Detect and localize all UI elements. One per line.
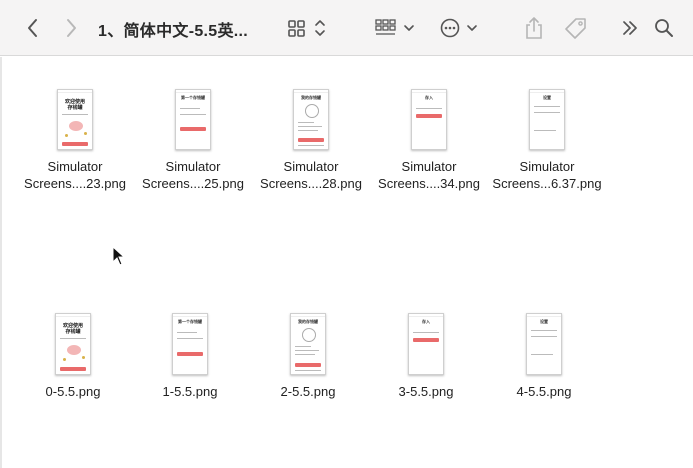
file-name: 3-5.5.png xyxy=(398,384,454,399)
toolbar: 1、简体中文-5.5英... xyxy=(0,0,693,56)
file-thumbnail: 第一个存钱罐 xyxy=(175,89,211,150)
file-thumbnail: 设置 xyxy=(529,89,565,150)
forward-button[interactable] xyxy=(60,12,82,44)
tag-button[interactable] xyxy=(563,12,589,44)
search-icon xyxy=(655,19,673,37)
file-item[interactable]: 存入 Simulator Screens....34.png xyxy=(370,89,488,192)
share-icon xyxy=(526,17,542,39)
ellipsis-icon xyxy=(440,18,477,38)
file-item[interactable]: 设置 Simulator Screens...6.37.png xyxy=(488,89,606,192)
thumb-welcome-text: 欢迎使用 存钱罐 xyxy=(64,99,85,111)
file-name: 2-5.5.png xyxy=(280,384,336,399)
back-button[interactable] xyxy=(22,12,44,44)
file-item[interactable]: 设置 4-5.5.png xyxy=(485,313,603,400)
file-name: Simulator Screens....25.png xyxy=(142,159,244,191)
file-name: Simulator Screens....34.png xyxy=(378,159,480,191)
chevron-left-icon xyxy=(28,19,37,37)
chevron-right-icon xyxy=(67,19,76,37)
tag-icon xyxy=(565,18,586,39)
file-thumbnail: 存入 xyxy=(408,313,444,375)
more-actions-button[interactable] xyxy=(438,12,480,44)
file-thumbnail: 欢迎使用 存钱罐 xyxy=(57,89,93,150)
grid-view-icon xyxy=(288,20,325,37)
group-icon xyxy=(375,19,414,35)
file-item[interactable]: 第一个存钱罐 1-5.5.png xyxy=(131,313,249,400)
file-item[interactable]: 第一个存钱罐 Simulator Screens....25.png xyxy=(134,89,252,192)
file-item[interactable]: 我的存钱罐 Simulator Screens....28.png xyxy=(252,89,370,192)
file-item[interactable]: 欢迎使用 存钱罐 Simulator Screens....23.png xyxy=(16,89,134,192)
file-thumbnail: 设置 xyxy=(526,313,562,375)
file-name: 0-5.5.png xyxy=(45,384,101,399)
share-button[interactable] xyxy=(522,12,546,44)
file-item[interactable]: 欢迎使用 存钱罐 0-5.5.png xyxy=(14,313,132,400)
search-button[interactable] xyxy=(652,12,676,44)
file-thumbnail: 欢迎使用 存钱罐 xyxy=(55,313,91,375)
file-thumbnail: 我的存钱罐 xyxy=(290,313,326,375)
file-name: Simulator Screens...6.37.png xyxy=(492,159,602,191)
file-thumbnail: 第一个存钱罐 xyxy=(172,313,208,375)
mouse-cursor-icon xyxy=(112,246,126,266)
file-item[interactable]: 存入 3-5.5.png xyxy=(367,313,485,400)
file-name: Simulator Screens....28.png xyxy=(260,159,362,191)
sidebar-edge xyxy=(0,57,2,468)
file-item[interactable]: 我的存钱罐 2-5.5.png xyxy=(249,313,367,400)
file-thumbnail: 存入 xyxy=(411,89,447,150)
file-name: Simulator Screens....23.png xyxy=(24,159,126,191)
double-chevron-icon xyxy=(623,21,637,35)
file-thumbnail: 我的存钱罐 xyxy=(293,89,329,150)
group-button[interactable] xyxy=(374,12,416,44)
window-title: 1、简体中文-5.5英... xyxy=(98,23,249,40)
toolbar-overflow-button[interactable] xyxy=(618,12,642,44)
file-name: 1-5.5.png xyxy=(162,384,218,399)
file-name: 4-5.5.png xyxy=(516,384,572,399)
view-mode-button[interactable] xyxy=(286,12,328,44)
